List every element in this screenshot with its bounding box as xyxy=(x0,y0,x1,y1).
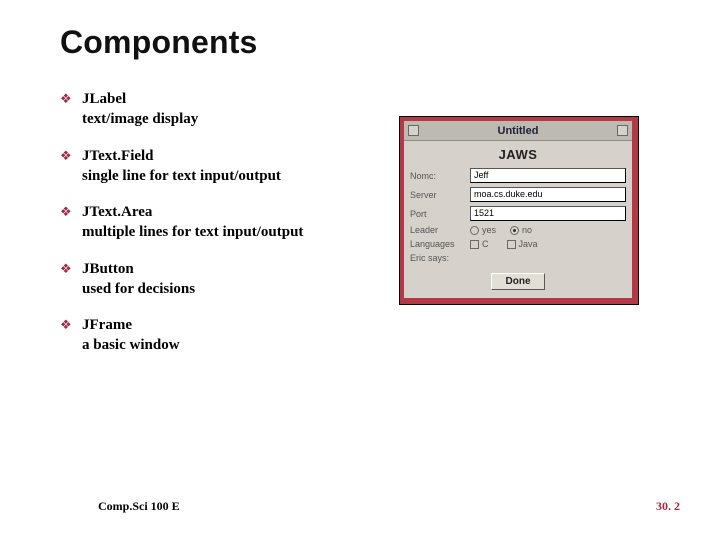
port-label: Port xyxy=(410,209,470,219)
radio-no[interactable]: no xyxy=(510,225,532,235)
bullet-term: JText.Field xyxy=(82,148,154,164)
example-window-figure: Untitled JAWS Nomc: Jeff Server moa.cs.d… xyxy=(400,117,638,304)
checkbox-icon xyxy=(507,240,516,249)
bullet-text: JButton used for decisions xyxy=(82,259,195,300)
form-row-server: Server moa.cs.duke.edu xyxy=(410,187,626,202)
button-row: Done xyxy=(410,273,626,290)
checkbox-c-label: C xyxy=(482,239,489,249)
footer-course: Comp.Sci 100 E xyxy=(98,499,180,514)
bullet-term: JButton xyxy=(82,261,134,277)
bullet-list: ❖ JLabel text/image display ❖ JText.Fiel… xyxy=(60,89,370,372)
bullet-term: JLabel xyxy=(82,91,126,107)
bullet-term: JFrame xyxy=(82,317,132,333)
bullet-term: JText.Area xyxy=(82,204,152,220)
diamond-bullet-icon: ❖ xyxy=(60,202,82,222)
leader-label: Leader xyxy=(410,225,470,235)
diamond-bullet-icon: ❖ xyxy=(60,89,82,109)
bullet-text: JFrame a basic window xyxy=(82,315,180,356)
jframe-window: Untitled JAWS Nomc: Jeff Server moa.cs.d… xyxy=(400,117,638,304)
list-item: ❖ JText.Area multiple lines for text inp… xyxy=(60,202,370,243)
bullet-text: JText.Field single line for text input/o… xyxy=(82,146,281,187)
window-control-icon xyxy=(617,125,628,136)
checkbox-icon xyxy=(470,240,479,249)
says-label: Eric says: xyxy=(410,253,490,263)
radio-yes[interactable]: yes xyxy=(470,225,496,235)
form-row-languages: Languages C Java xyxy=(410,239,626,249)
list-item: ❖ JFrame a basic window xyxy=(60,315,370,356)
window-control-icon xyxy=(408,125,419,136)
server-input[interactable]: moa.cs.duke.edu xyxy=(470,187,626,202)
server-label: Server xyxy=(410,190,470,200)
leader-radio-group: yes no xyxy=(470,225,532,235)
form-row-leader: Leader yes no xyxy=(410,225,626,235)
bullet-text: JText.Area multiple lines for text input… xyxy=(82,202,303,243)
list-item: ❖ JLabel text/image display xyxy=(60,89,370,130)
window-heading: JAWS xyxy=(410,147,626,162)
radio-icon xyxy=(510,226,519,235)
form-row-name: Nomc: Jeff xyxy=(410,168,626,183)
bullet-desc: a basic window xyxy=(82,337,180,353)
done-button[interactable]: Done xyxy=(491,273,545,290)
diamond-bullet-icon: ❖ xyxy=(60,315,82,335)
list-item: ❖ JButton used for decisions xyxy=(60,259,370,300)
slide-footer: Comp.Sci 100 E 30. 2 xyxy=(98,499,680,514)
checkbox-c[interactable]: C xyxy=(470,239,489,249)
checkbox-java[interactable]: Java xyxy=(507,239,538,249)
languages-label: Languages xyxy=(410,239,470,249)
name-label: Nomc: xyxy=(410,171,470,181)
bullet-desc: multiple lines for text input/output xyxy=(82,224,303,240)
bullet-desc: used for decisions xyxy=(82,281,195,297)
window-body: JAWS Nomc: Jeff Server moa.cs.duke.edu P… xyxy=(404,141,632,298)
port-input[interactable]: 1521 xyxy=(470,206,626,221)
content-row: ❖ JLabel text/image display ❖ JText.Fiel… xyxy=(60,89,720,372)
bullet-text: JLabel text/image display xyxy=(82,89,198,130)
slide: Components ❖ JLabel text/image display ❖… xyxy=(0,0,720,540)
radio-yes-label: yes xyxy=(482,225,496,235)
checkbox-java-label: Java xyxy=(519,239,538,249)
radio-icon xyxy=(470,226,479,235)
diamond-bullet-icon: ❖ xyxy=(60,146,82,166)
list-item: ❖ JText.Field single line for text input… xyxy=(60,146,370,187)
form-row-says: Eric says: xyxy=(410,253,626,263)
slide-title: Components xyxy=(60,24,720,61)
languages-checkbox-group: C Java xyxy=(470,239,538,249)
diamond-bullet-icon: ❖ xyxy=(60,259,82,279)
window-titlebar: Untitled xyxy=(404,121,632,141)
window-title: Untitled xyxy=(419,125,617,137)
form-row-port: Port 1521 xyxy=(410,206,626,221)
bullet-desc: text/image display xyxy=(82,111,198,127)
bullet-desc: single line for text input/output xyxy=(82,168,281,184)
radio-no-label: no xyxy=(522,225,532,235)
name-input[interactable]: Jeff xyxy=(470,168,626,183)
footer-page-number: 30. 2 xyxy=(656,499,680,514)
